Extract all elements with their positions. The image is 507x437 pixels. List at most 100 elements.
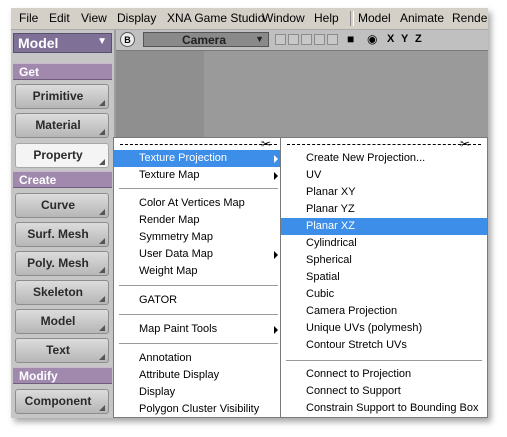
section-get: Get (13, 63, 112, 80)
menu-item-label: Create New Projection... (306, 152, 426, 164)
menu-item-gator[interactable]: GATOR (114, 292, 283, 309)
menu-item-constrain-support-to-bounding-box[interactable]: Constrain Support to Bounding Box (281, 400, 487, 417)
menu-render[interactable]: Render (452, 11, 488, 25)
corner-arrow-icon (99, 129, 105, 135)
menu-item-cubic[interactable]: Cubic (281, 286, 487, 303)
corner-arrow-icon (99, 209, 105, 215)
menu-item-create-new-projection[interactable]: Create New Projection... (281, 150, 487, 167)
surf-mesh-button[interactable]: Surf. Mesh (15, 222, 109, 247)
tear-off-line[interactable] (287, 144, 481, 145)
model-label: Model (40, 314, 76, 328)
text-label: Text (46, 343, 70, 357)
camera-select[interactable]: Camera ▼ (143, 32, 269, 47)
left-toolbar: Model ▼ Get Primitive Material Property … (11, 30, 114, 418)
menu-view[interactable]: View (81, 11, 107, 25)
scissors-icon[interactable]: ✂ (460, 137, 470, 151)
menu-item-annotation[interactable]: Annotation (114, 350, 283, 367)
scissors-icon[interactable]: ✂ (261, 137, 271, 151)
menu-item-user-data-map[interactable]: User Data Map (114, 246, 283, 263)
menu-item-label: GATOR (139, 294, 178, 306)
menu-item-color-at-vertices-map[interactable]: Color At Vertices Map (114, 195, 283, 212)
menu-separator (119, 285, 278, 286)
menu-item-spherical[interactable]: Spherical (281, 252, 487, 269)
skeleton-button[interactable]: Skeleton (15, 280, 109, 305)
view-toggle-box[interactable] (275, 34, 286, 45)
menu-item-spatial[interactable]: Spatial (281, 269, 487, 286)
menu-help[interactable]: Help (314, 11, 339, 25)
submenu-arrow-icon (274, 251, 278, 259)
corner-arrow-icon (99, 267, 105, 273)
menu-item-display[interactable]: Display (114, 384, 283, 401)
component-button[interactable]: Component (15, 389, 109, 414)
view-toggle-box[interactable] (288, 34, 299, 45)
material-button[interactable]: Material (15, 113, 109, 138)
menubar: File Edit View Display XNA Game Studio W… (11, 8, 488, 30)
tear-off-line[interactable] (120, 144, 277, 145)
material-label: Material (35, 118, 81, 132)
menu-model[interactable]: Model (358, 11, 391, 25)
menu-item-texture-projection[interactable]: Texture Projection (114, 150, 283, 167)
submenu-arrow-icon (274, 155, 278, 163)
corner-arrow-icon (99, 325, 105, 331)
corner-arrow-icon (99, 100, 105, 106)
menu-item-symmetry-map[interactable]: Symmetry Map (114, 229, 283, 246)
poly-mesh-button[interactable]: Poly. Mesh (15, 251, 109, 276)
menu-item-weight-map[interactable]: Weight Map (114, 263, 283, 280)
menu-item-planar-xz[interactable]: Planar XZ (281, 218, 487, 235)
menu-item-render-map[interactable]: Render Map (114, 212, 283, 229)
menu-item-label: Planar YZ (306, 203, 355, 215)
menu-item-label: Texture Map (139, 169, 200, 181)
menu-item-cylindrical[interactable]: Cylindrical (281, 235, 487, 252)
menu-item-label: Map Paint Tools (139, 323, 218, 335)
primitive-button[interactable]: Primitive (15, 84, 109, 109)
menu-item-map-paint-tools[interactable]: Map Paint Tools (114, 321, 283, 338)
view-toggle-box[interactable] (314, 34, 325, 45)
menu-separator (119, 314, 278, 315)
menu-item-label: Polygon Cluster Visibility (139, 403, 260, 415)
menu-window[interactable]: Window (262, 11, 305, 25)
menu-file[interactable]: File (19, 11, 38, 25)
menu-item-contour-stretch-uvs[interactable]: Contour Stretch UVs (281, 337, 487, 354)
menu-item-attribute-display[interactable]: Attribute Display (114, 367, 283, 384)
menu-item-label: Connect to Projection (306, 368, 412, 380)
menu-item-label: Planar XY (306, 186, 356, 198)
menu-item-connect-to-support[interactable]: Connect to Support (281, 383, 487, 400)
menu-item-unique-uvs-polymesh[interactable]: Unique UVs (polymesh) (281, 320, 487, 337)
property-button[interactable]: Property (15, 143, 109, 168)
b-button[interactable]: B (120, 32, 135, 47)
menu-edit[interactable]: Edit (49, 11, 70, 25)
menu-item-label: Texture Projection (139, 152, 228, 164)
menu-item-label: Camera Projection (306, 305, 398, 317)
menu-item-label: Display (139, 386, 176, 398)
curve-button[interactable]: Curve (15, 193, 109, 218)
text-button[interactable]: Text (15, 338, 109, 363)
menu-separator (286, 360, 482, 361)
camera-icon[interactable]: ■ (347, 32, 354, 46)
menu-item-camera-projection[interactable]: Camera Projection (281, 303, 487, 320)
view-toggle-box[interactable] (301, 34, 312, 45)
menu-item-uv[interactable]: UV (281, 167, 487, 184)
axis-x-toggle[interactable]: X (387, 33, 394, 45)
submenu-arrow-icon (274, 172, 278, 180)
eye-icon[interactable]: ◉ (367, 32, 377, 46)
menu-item-texture-map[interactable]: Texture Map (114, 167, 283, 184)
menu-item-polygon-cluster-visibility[interactable]: Polygon Cluster Visibility (114, 401, 283, 418)
menu-animate[interactable]: Animate (400, 11, 444, 25)
menu-item-label: Connect to Support (306, 385, 401, 397)
menu-item-connect-to-projection[interactable]: Connect to Projection (281, 366, 487, 383)
texture-projection-menu: ✂ Create New Projection... UV Planar XY … (280, 137, 488, 418)
menu-item-planar-yz[interactable]: Planar YZ (281, 201, 487, 218)
section-modify: Modify (13, 367, 112, 384)
axis-y-toggle[interactable]: Y (401, 33, 408, 45)
model-button[interactable]: Model (15, 309, 109, 334)
menu-item-label: Spherical (306, 254, 352, 266)
menu-item-planar-xy[interactable]: Planar XY (281, 184, 487, 201)
menu-xna-game-studio[interactable]: XNA Game Studio (167, 11, 264, 25)
primitive-label: Primitive (32, 89, 84, 103)
viewport-header: B Camera ▼ ■ ◉ X Y Z (116, 30, 488, 51)
view-toggle-box[interactable] (327, 34, 338, 45)
mode-select[interactable]: Model ▼ (13, 33, 112, 53)
corner-arrow-icon (99, 159, 105, 165)
menu-display[interactable]: Display (117, 11, 156, 25)
axis-z-toggle[interactable]: Z (415, 33, 422, 45)
